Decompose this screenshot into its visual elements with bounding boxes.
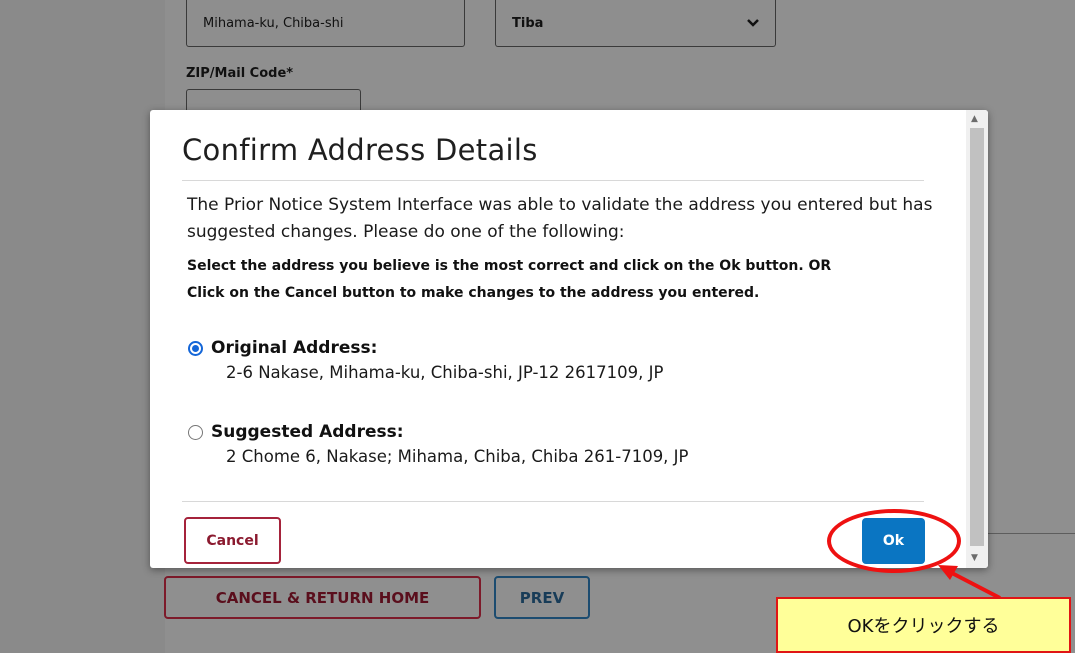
title-divider <box>182 180 924 181</box>
left-pane <box>0 0 165 653</box>
footer-divider <box>182 501 924 502</box>
scroll-up-arrow-icon[interactable]: ▲ <box>971 114 978 124</box>
original-address-radio[interactable] <box>188 341 203 356</box>
callout-text: OKをクリックする <box>847 616 1000 637</box>
prev-button[interactable]: PREV <box>494 576 590 619</box>
original-address-label: Original Address: <box>211 338 378 358</box>
cancel-return-home-button[interactable]: CANCEL & RETURN HOME <box>164 576 481 619</box>
city-field[interactable]: Mihama-ku, Chiba-shi <box>186 0 465 47</box>
cancel-button[interactable]: Cancel <box>184 517 281 564</box>
instruction-line-2: Click on the Cancel button to make chang… <box>187 285 760 301</box>
zip-label: ZIP/Mail Code* <box>186 66 294 81</box>
suggested-address-radio[interactable] <box>188 425 203 440</box>
dialog-title: Confirm Address Details <box>182 133 538 167</box>
suggested-address-label: Suggested Address: <box>211 422 404 442</box>
callout-box: OKをクリックする <box>776 597 1071 653</box>
dialog-instructions: Select the address you believe is the mo… <box>187 253 967 307</box>
dialog-intro: The Prior Notice System Interface was ab… <box>187 195 933 242</box>
confirm-address-dialog: Confirm Address Details The Prior Notice… <box>150 110 988 568</box>
background-divider <box>980 533 1075 534</box>
original-address-value: 2-6 Nakase, Mihama-ku, Chiba-shi, JP-12 … <box>226 363 664 382</box>
scroll-down-arrow-icon[interactable]: ▼ <box>971 553 978 563</box>
prefecture-select[interactable]: Tiba <box>495 0 776 47</box>
prefecture-value: Tiba <box>512 15 544 31</box>
dialog-scrollbar[interactable]: ▲ ▼ <box>966 110 988 568</box>
chevron-down-icon <box>747 19 759 27</box>
scrollbar-thumb[interactable] <box>970 128 984 546</box>
city-value: Mihama-ku, Chiba-shi <box>203 15 344 31</box>
ok-button[interactable]: Ok <box>862 518 925 564</box>
instruction-line-1: Select the address you believe is the mo… <box>187 258 832 274</box>
suggested-address-value: 2 Chome 6, Nakase; Mihama, Chiba, Chiba … <box>226 447 689 466</box>
